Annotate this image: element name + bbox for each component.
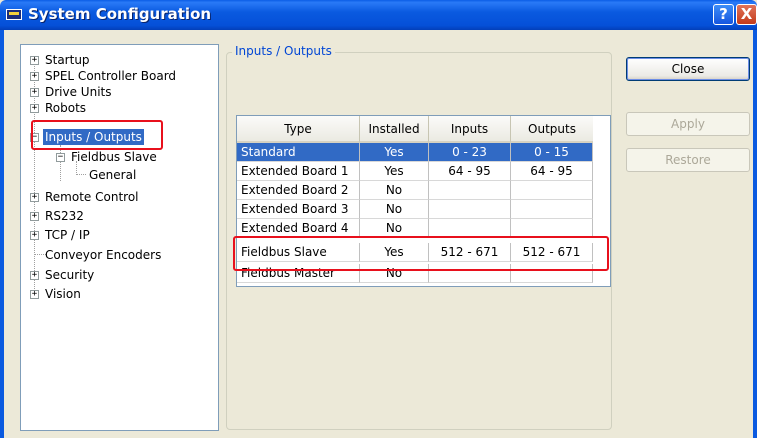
cell-inputs: 64 - 95: [429, 162, 511, 181]
tree-item-conveyor-encoders[interactable]: Conveyor Encoders: [21, 247, 211, 263]
cell-outputs: 64 - 95: [511, 162, 593, 181]
cell-installed: Yes: [360, 143, 429, 162]
tree-item-tcp-ip[interactable]: + TCP / IP: [21, 227, 211, 243]
tree-item-startup[interactable]: + Startup: [21, 52, 211, 68]
table-row[interactable]: Extended Board 2 No: [237, 181, 593, 200]
annotation-highlight-row: [233, 236, 609, 271]
help-button[interactable]: ?: [713, 4, 734, 25]
cell-inputs: [429, 181, 511, 200]
column-header-type[interactable]: Type: [237, 116, 360, 143]
tree-item-spel-controller-board[interactable]: + SPEL Controller Board: [21, 68, 211, 84]
tree-item-security[interactable]: + Security: [21, 267, 211, 283]
tree-item-label: Fieldbus Slave: [71, 150, 157, 164]
cell-type: Standard: [237, 143, 360, 162]
tree-item-vision[interactable]: + Vision: [21, 286, 211, 302]
tree-item-label: Startup: [45, 53, 90, 67]
expand-icon[interactable]: +: [30, 212, 39, 221]
column-header-inputs[interactable]: Inputs: [429, 116, 511, 143]
group-title: Inputs / Outputs: [232, 44, 335, 58]
expand-icon[interactable]: +: [30, 193, 39, 202]
expand-icon[interactable]: +: [30, 72, 39, 81]
table-row[interactable]: Extended Board 1 Yes 64 - 95 64 - 95: [237, 162, 593, 181]
tree-item-robots[interactable]: + Robots: [21, 100, 211, 116]
cell-outputs: [511, 200, 593, 219]
tree-item-general[interactable]: General: [21, 167, 211, 183]
cell-outputs: 0 - 15: [511, 143, 593, 162]
tree-item-label: Robots: [45, 101, 87, 115]
collapse-icon[interactable]: −: [56, 153, 65, 162]
close-button[interactable]: Close: [626, 57, 750, 81]
expand-icon[interactable]: +: [30, 56, 39, 65]
expand-icon[interactable]: +: [30, 290, 39, 299]
tree-item-drive-units[interactable]: + Drive Units: [21, 84, 211, 100]
restore-button[interactable]: Restore: [626, 148, 750, 172]
window-frame-right: [753, 30, 757, 438]
tree-item-remote-control[interactable]: + Remote Control: [21, 189, 211, 205]
tree-item-label: SPEL Controller Board: [45, 69, 177, 83]
app-icon: [6, 9, 22, 20]
annotation-highlight-tree: [31, 120, 163, 150]
tree-item-label: Remote Control: [45, 190, 139, 204]
expand-icon[interactable]: +: [30, 104, 39, 113]
tree-item-label: TCP / IP: [45, 228, 90, 242]
cell-type: Extended Board 2: [237, 181, 360, 200]
window-title: System Configuration: [28, 5, 212, 23]
tree-item-fieldbus-slave[interactable]: − Fieldbus Slave: [21, 149, 211, 165]
grid-header: Type Installed Inputs Outputs: [237, 116, 593, 143]
cell-inputs: 0 - 23: [429, 143, 511, 162]
tree-item-label: General: [89, 168, 137, 182]
column-header-outputs[interactable]: Outputs: [511, 116, 593, 143]
cell-installed: Yes: [360, 162, 429, 181]
window-frame-left: [0, 30, 4, 438]
tree-item-label: Security: [45, 268, 95, 282]
cell-installed: No: [360, 181, 429, 200]
tree-item-label: RS232: [45, 209, 84, 223]
title-bar[interactable]: System Configuration ? X: [0, 0, 757, 30]
tree-item-label: Conveyor Encoders: [45, 248, 162, 262]
config-tree[interactable]: + Startup + SPEL Controller Board + Driv…: [20, 44, 219, 431]
apply-button[interactable]: Apply: [626, 112, 750, 136]
tree-item-rs232[interactable]: + RS232: [21, 208, 211, 224]
cell-type: Extended Board 1: [237, 162, 360, 181]
tree-item-label: Vision: [45, 287, 81, 301]
cell-outputs: [511, 181, 593, 200]
expand-icon[interactable]: +: [30, 231, 39, 240]
expand-icon[interactable]: +: [30, 88, 39, 97]
cell-installed: No: [360, 200, 429, 219]
expand-icon[interactable]: +: [30, 271, 39, 280]
cell-type: Extended Board 3: [237, 200, 360, 219]
cell-inputs: [429, 200, 511, 219]
column-header-installed[interactable]: Installed: [360, 116, 429, 143]
table-row[interactable]: Extended Board 3 No: [237, 200, 593, 219]
window-close-button[interactable]: X: [736, 4, 757, 25]
table-row[interactable]: Standard Yes 0 - 23 0 - 15: [237, 143, 593, 162]
tree-item-label: Drive Units: [45, 85, 112, 99]
